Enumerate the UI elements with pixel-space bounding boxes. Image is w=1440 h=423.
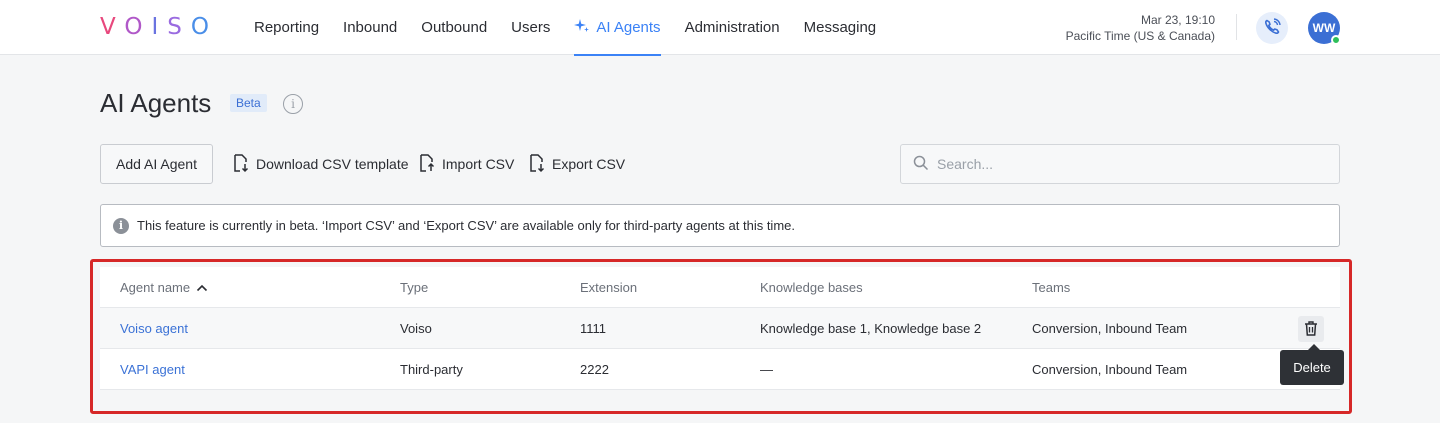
nav-item-messaging[interactable]: Messaging (804, 0, 877, 55)
download-file-icon (232, 153, 256, 176)
logo-letter: S (167, 14, 191, 40)
import-csv-button[interactable]: Import CSV (418, 152, 514, 176)
softphone-button[interactable] (1256, 12, 1288, 44)
download-label: Download CSV template (256, 156, 409, 172)
top-bar: VOISO Reporting Inbound Outbound Users A… (0, 0, 1440, 56)
nav-item-administration[interactable]: Administration (685, 0, 780, 55)
clock: Mar 23, 19:10 Pacific Time (US & Canada) (1066, 12, 1215, 44)
export-label: Export CSV (552, 156, 626, 172)
import-file-icon (418, 153, 442, 176)
main-nav: Reporting Inbound Outbound Users AI Agen… (254, 0, 900, 56)
sparkle-icon (574, 18, 590, 37)
nav-label: Inbound (343, 19, 398, 36)
nav-label: AI Agents (596, 19, 661, 36)
nav-label: Outbound (421, 19, 488, 36)
search-box (900, 144, 1340, 184)
add-ai-agent-button[interactable]: Add AI Agent (100, 144, 213, 184)
nav-item-outbound[interactable]: Outbound (421, 0, 487, 55)
voiso-logo[interactable]: VOISO (100, 14, 218, 40)
logo-letter: O (124, 14, 152, 40)
beta-info-banner: i This feature is currently in beta. ‘Im… (100, 204, 1340, 247)
page-title: AI Agents (100, 88, 212, 118)
nav-label: Messaging (803, 19, 877, 36)
nav-label: Administration (684, 19, 780, 36)
export-csv-button[interactable]: Export CSV (528, 152, 625, 176)
table-highlight-outline (90, 259, 1352, 414)
nav-item-ai-agents[interactable]: AI Agents (574, 0, 661, 56)
clock-timezone: Pacific Time (US & Canada) (1065, 29, 1215, 43)
download-csv-template-button[interactable]: Download CSV template (232, 152, 409, 176)
export-file-icon (528, 153, 552, 176)
nav-item-users[interactable]: Users (511, 0, 550, 55)
logo-letter: V (100, 14, 125, 40)
import-label: Import CSV (442, 156, 515, 172)
nav-label: Users (511, 19, 551, 36)
nav-item-reporting[interactable]: Reporting (254, 0, 319, 55)
nav-label: Reporting (254, 19, 320, 36)
info-icon[interactable]: i (283, 94, 303, 114)
divider (1236, 14, 1237, 40)
banner-text: This feature is currently in beta. ‘Impo… (137, 218, 795, 233)
logo-letter: I (151, 14, 168, 40)
phone-icon (1263, 17, 1281, 39)
avatar-initials: WW (1312, 21, 1336, 35)
logo-letter: O (190, 14, 218, 40)
presence-indicator (1331, 35, 1341, 45)
clock-datetime: Mar 23, 19:10 (1140, 13, 1215, 27)
search-input[interactable] (937, 156, 1317, 172)
beta-badge: Beta (230, 94, 267, 112)
info-icon: i (113, 217, 129, 234)
search-icon (913, 155, 929, 174)
nav-item-inbound[interactable]: Inbound (343, 0, 397, 55)
